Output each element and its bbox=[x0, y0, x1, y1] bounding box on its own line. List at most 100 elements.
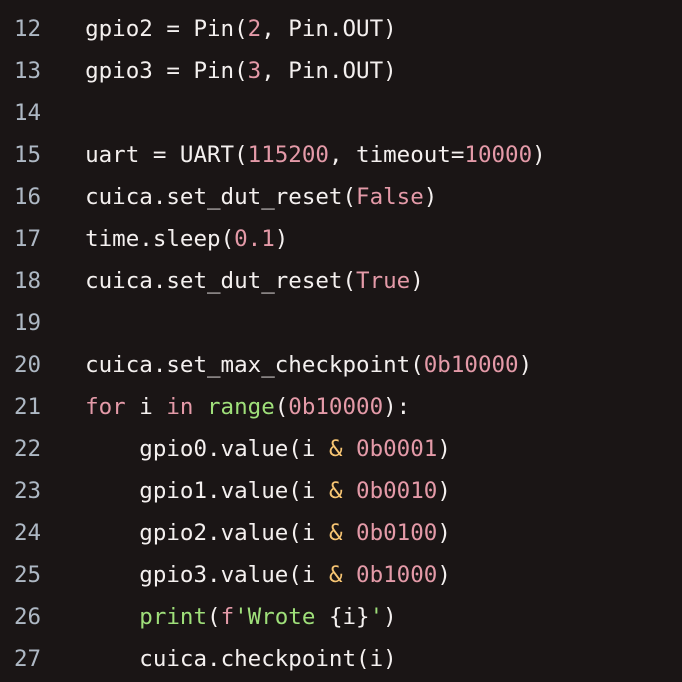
code-line[interactable]: 12 gpio2 = Pin(2, Pin.OUT) bbox=[0, 8, 682, 50]
code-line[interactable]: 20 cuica.set_max_checkpoint(0b10000) bbox=[0, 344, 682, 386]
code-token: ) bbox=[532, 142, 546, 168]
code-token bbox=[342, 562, 356, 588]
code-content[interactable] bbox=[58, 302, 85, 344]
line-number: 23 bbox=[0, 470, 58, 512]
code-token bbox=[153, 58, 167, 84]
code-line[interactable]: 25 gpio3.value(i & 0b1000) bbox=[0, 554, 682, 596]
code-content[interactable]: cuica.set_max_checkpoint(0b10000) bbox=[58, 344, 532, 386]
code-token: ) bbox=[424, 184, 438, 210]
code-token bbox=[180, 58, 194, 84]
code-token: checkpoint bbox=[221, 646, 356, 672]
code-token: = bbox=[166, 16, 180, 42]
code-content[interactable]: gpio2 = Pin(2, Pin.OUT) bbox=[58, 8, 397, 50]
line-number: 26 bbox=[0, 596, 58, 638]
code-editor[interactable]: 12 gpio2 = Pin(2, Pin.OUT)13 gpio3 = Pin… bbox=[0, 0, 682, 680]
code-token: ): bbox=[383, 394, 410, 420]
code-token: 10000 bbox=[464, 142, 532, 168]
code-token: ) bbox=[519, 352, 533, 378]
code-line[interactable]: 26 print(f'Wrote {i}') bbox=[0, 596, 682, 638]
code-token bbox=[342, 436, 356, 462]
code-token: i bbox=[139, 394, 153, 420]
code-token: UART bbox=[180, 142, 234, 168]
code-token: gpio3 bbox=[139, 562, 207, 588]
code-token: ( bbox=[234, 58, 248, 84]
code-content[interactable]: gpio3.value(i & 0b1000) bbox=[58, 554, 451, 596]
line-number: 15 bbox=[0, 134, 58, 176]
code-line[interactable]: 13 gpio3 = Pin(3, Pin.OUT) bbox=[0, 50, 682, 92]
code-content[interactable] bbox=[58, 92, 85, 134]
code-token: , bbox=[261, 16, 275, 42]
code-content[interactable]: print(f'Wrote {i}') bbox=[58, 596, 397, 638]
code-line[interactable]: 18 cuica.set_dut_reset(True) bbox=[0, 260, 682, 302]
code-token bbox=[180, 16, 194, 42]
code-token: & bbox=[329, 436, 343, 462]
code-token: . bbox=[153, 268, 167, 294]
code-token: print bbox=[139, 604, 207, 630]
code-token: ) bbox=[437, 562, 451, 588]
code-line[interactable]: 27 cuica.checkpoint(i) bbox=[0, 638, 682, 680]
code-content[interactable]: cuica.checkpoint(i) bbox=[58, 638, 397, 680]
code-token: 0b10000 bbox=[288, 394, 383, 420]
code-token: ( bbox=[275, 394, 289, 420]
code-content[interactable]: gpio1.value(i & 0b0010) bbox=[58, 470, 451, 512]
code-content[interactable]: gpio2.value(i & 0b0100) bbox=[58, 512, 451, 554]
line-number: 22 bbox=[0, 428, 58, 470]
code-token: ' bbox=[370, 604, 384, 630]
line-number: 16 bbox=[0, 176, 58, 218]
code-token: i bbox=[370, 646, 384, 672]
code-line[interactable]: 16 cuica.set_dut_reset(False) bbox=[0, 176, 682, 218]
code-line[interactable]: 14 bbox=[0, 92, 682, 134]
code-token: cuica bbox=[85, 184, 153, 210]
code-line[interactable]: 21 for i in range(0b10000): bbox=[0, 386, 682, 428]
line-number: 18 bbox=[0, 260, 58, 302]
code-token: . bbox=[207, 520, 221, 546]
line-number: 21 bbox=[0, 386, 58, 428]
code-token: , bbox=[329, 142, 343, 168]
code-token: . bbox=[329, 16, 343, 42]
code-token: } bbox=[356, 604, 370, 630]
code-token: ( bbox=[288, 562, 302, 588]
code-token: gpio3 bbox=[85, 58, 153, 84]
code-token: 0b0100 bbox=[356, 520, 437, 546]
code-token: 0.1 bbox=[234, 226, 275, 252]
code-token: ( bbox=[410, 352, 424, 378]
line-number: 14 bbox=[0, 92, 58, 134]
code-content[interactable]: gpio3 = Pin(3, Pin.OUT) bbox=[58, 50, 397, 92]
code-token: = bbox=[153, 142, 167, 168]
code-token: 0b10000 bbox=[424, 352, 519, 378]
code-line[interactable]: 22 gpio0.value(i & 0b0001) bbox=[0, 428, 682, 470]
code-content[interactable]: time.sleep(0.1) bbox=[58, 218, 288, 260]
code-token bbox=[193, 394, 207, 420]
code-line[interactable]: 15 uart = UART(115200, timeout=10000) bbox=[0, 134, 682, 176]
code-token: uart bbox=[85, 142, 139, 168]
code-content[interactable]: gpio0.value(i & 0b0001) bbox=[58, 428, 451, 470]
line-number: 24 bbox=[0, 512, 58, 554]
code-token: . bbox=[207, 646, 221, 672]
code-token: ( bbox=[234, 16, 248, 42]
code-content[interactable]: for i in range(0b10000): bbox=[58, 386, 410, 428]
code-token: ( bbox=[288, 478, 302, 504]
code-token: & bbox=[329, 478, 343, 504]
code-token: 2 bbox=[248, 16, 262, 42]
code-line[interactable]: 24 gpio2.value(i & 0b0100) bbox=[0, 512, 682, 554]
code-token: cuica bbox=[139, 646, 207, 672]
code-token bbox=[342, 520, 356, 546]
code-content[interactable]: uart = UART(115200, timeout=10000) bbox=[58, 134, 546, 176]
code-content[interactable]: cuica.set_dut_reset(True) bbox=[58, 260, 424, 302]
line-number: 12 bbox=[0, 8, 58, 50]
code-line[interactable]: 23 gpio1.value(i & 0b0010) bbox=[0, 470, 682, 512]
code-token: Pin bbox=[288, 58, 329, 84]
code-line[interactable]: 19 bbox=[0, 302, 682, 344]
code-token: False bbox=[356, 184, 424, 210]
code-token: time bbox=[85, 226, 139, 252]
code-token bbox=[342, 478, 356, 504]
code-content[interactable]: cuica.set_dut_reset(False) bbox=[58, 176, 437, 218]
code-token: ( bbox=[356, 646, 370, 672]
code-line[interactable]: 17 time.sleep(0.1) bbox=[0, 218, 682, 260]
code-token: ( bbox=[207, 604, 221, 630]
code-token: OUT bbox=[342, 58, 383, 84]
code-token bbox=[139, 142, 153, 168]
code-token: Pin bbox=[193, 16, 234, 42]
code-token bbox=[315, 478, 329, 504]
code-token: ( bbox=[221, 226, 235, 252]
